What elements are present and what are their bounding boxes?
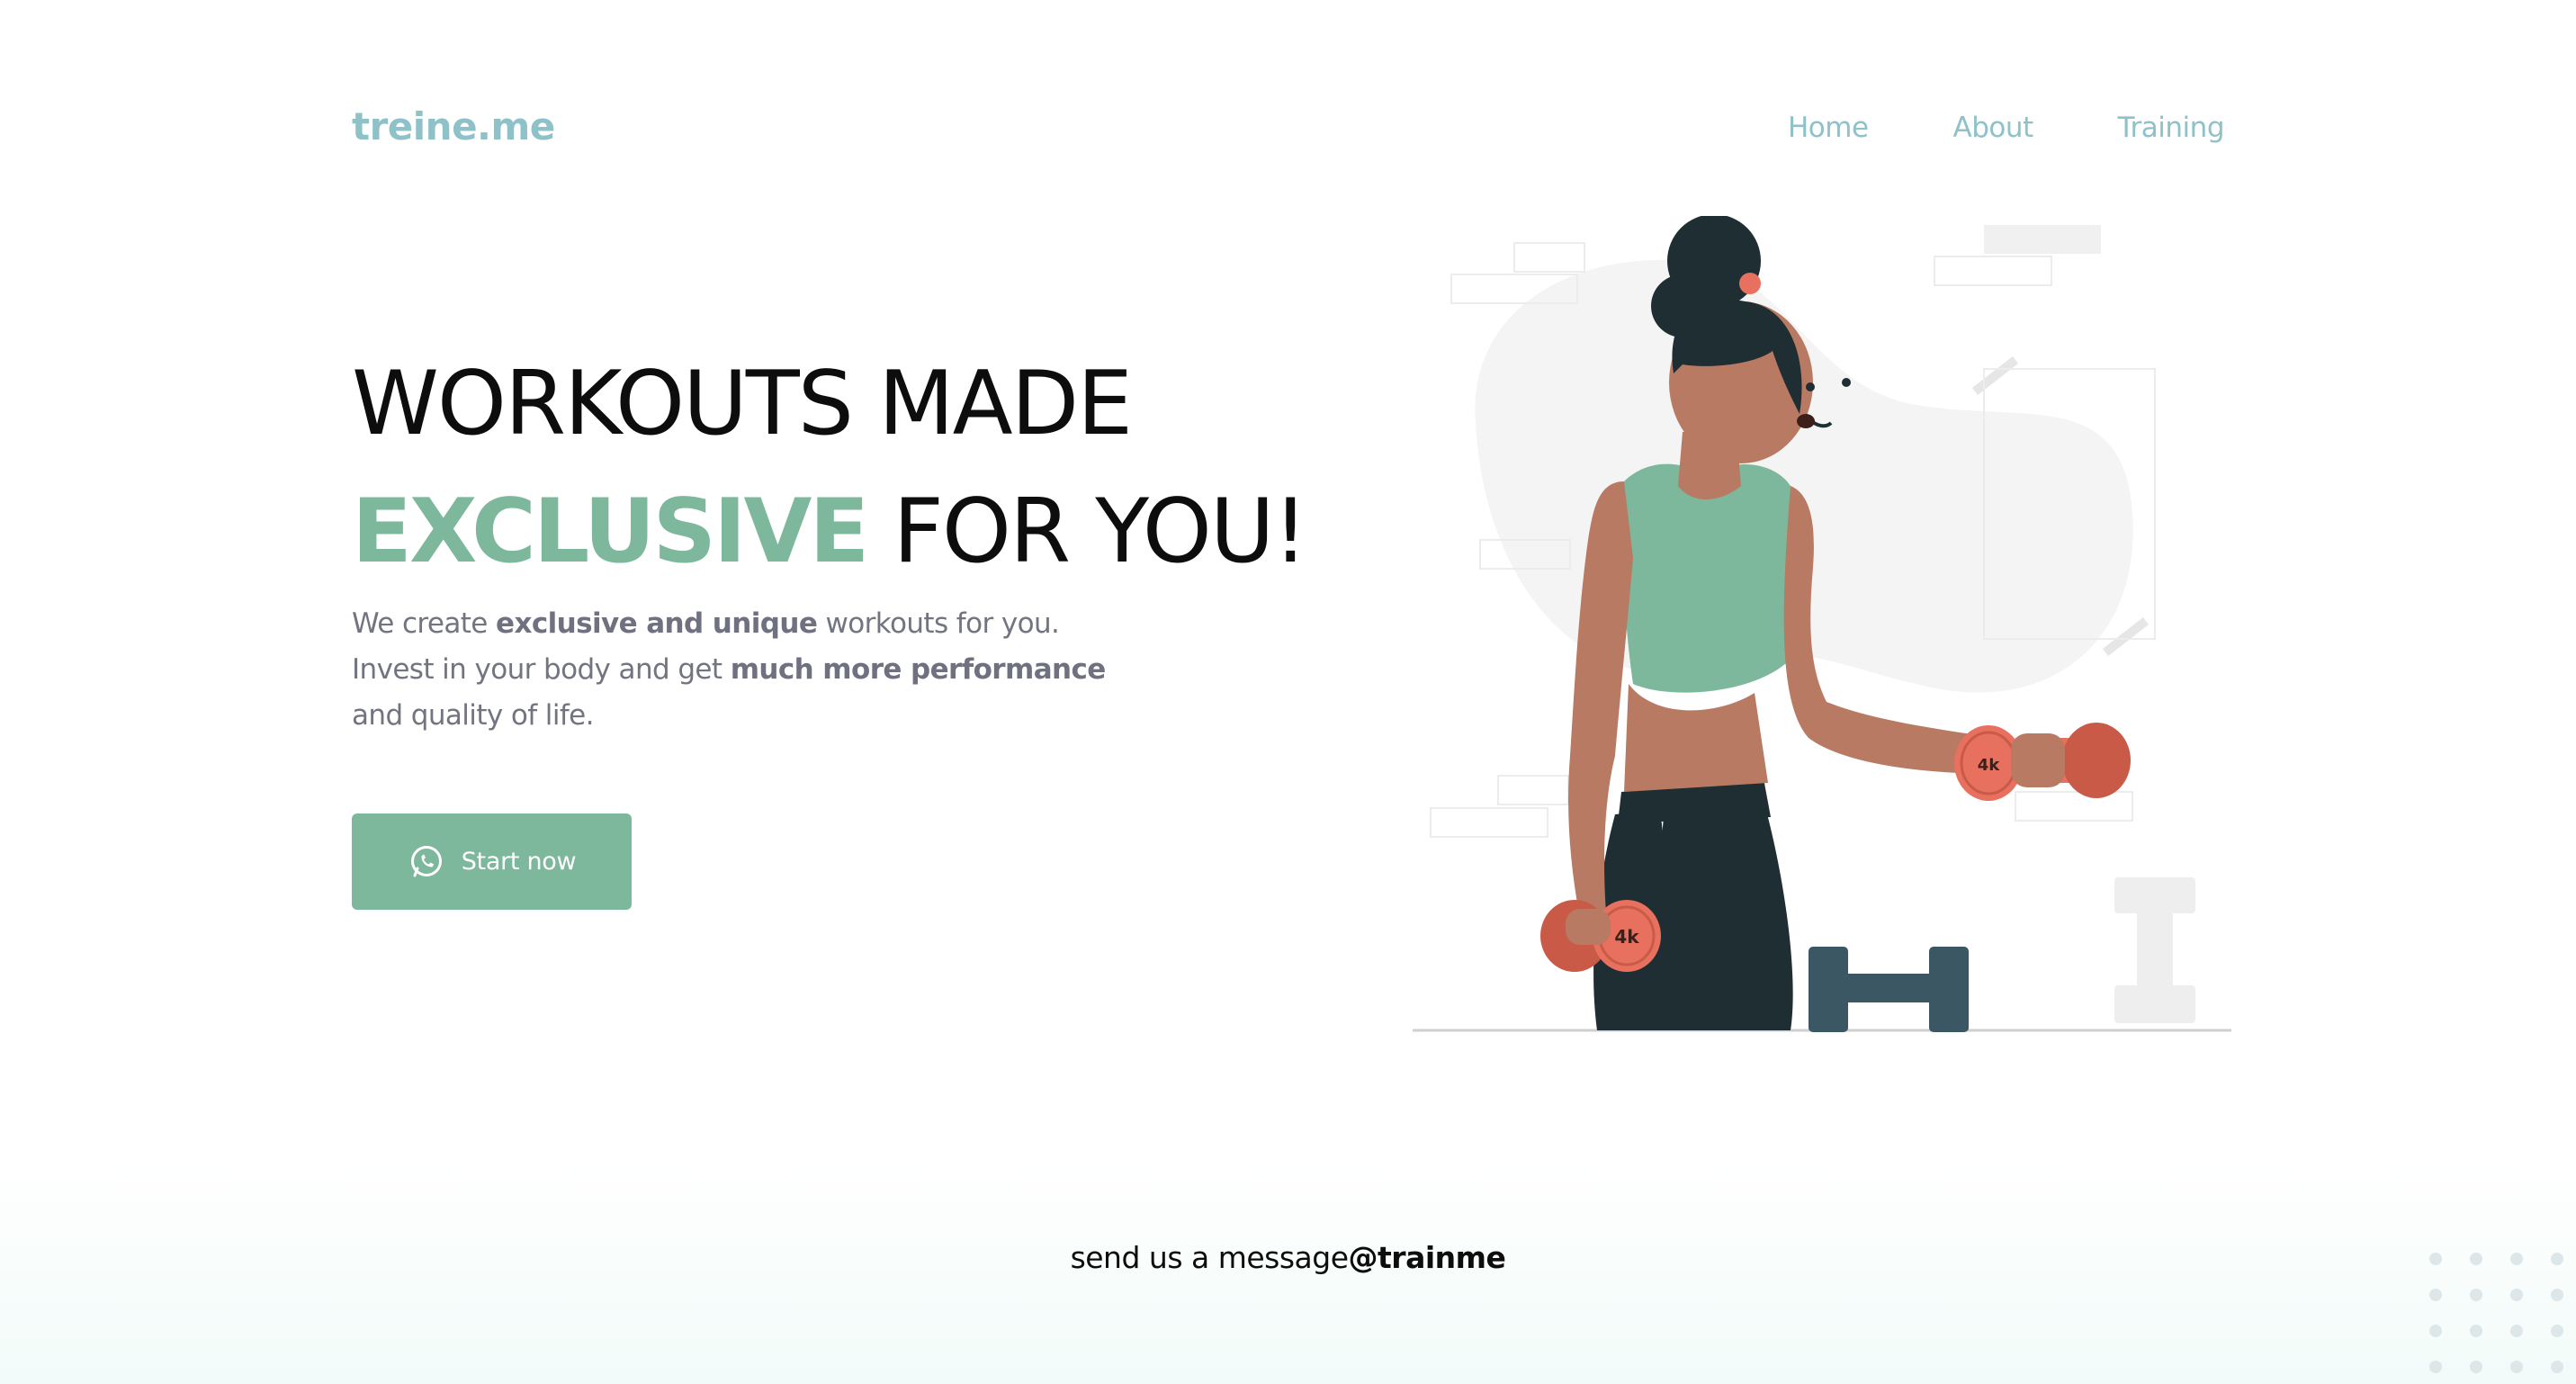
background-decor bbox=[1413, 225, 2231, 1032]
hero-description: We create exclusive and unique workouts … bbox=[352, 601, 1162, 739]
desc-text: We create bbox=[352, 607, 497, 640]
nav-about[interactable]: About bbox=[1953, 112, 2034, 144]
dumbbell-left-label: 4k bbox=[1614, 926, 1639, 948]
start-now-label: Start now bbox=[461, 848, 577, 876]
desc-text: Invest in your body and get bbox=[352, 653, 731, 686]
dumbbell-right: 4k bbox=[1954, 723, 2131, 801]
start-now-button[interactable]: Start now bbox=[352, 813, 632, 910]
page: treine.me Home About Training WORKOUTS M… bbox=[0, 0, 2576, 1384]
headline-line1: WORKOUTS MADE bbox=[352, 353, 1133, 455]
footer-handle[interactable]: @trainme bbox=[1349, 1240, 1506, 1275]
workout-illustration: 4k 4k bbox=[1413, 216, 2231, 1032]
hero-headline: WORKOUTS MADE EXCLUSIVE FOR YOU! bbox=[352, 340, 1308, 596]
footer-message: send us a message@trainme bbox=[0, 1240, 2576, 1275]
nav-home[interactable]: Home bbox=[1788, 112, 1869, 144]
whatsapp-icon bbox=[410, 845, 442, 876]
dot-grid-decor bbox=[2429, 1253, 2563, 1373]
desc-text: and quality of life. bbox=[352, 699, 594, 732]
main-nav: Home About Training bbox=[1788, 112, 2225, 144]
desc-bold: much more performance bbox=[730, 653, 1107, 686]
headline-accent: EXCLUSIVE bbox=[352, 481, 869, 583]
nav-training[interactable]: Training bbox=[2118, 112, 2225, 144]
headline-rest: FOR YOU! bbox=[893, 481, 1307, 583]
dumbbell-right-label: 4k bbox=[1978, 756, 2001, 775]
desc-text: workouts for you. bbox=[817, 607, 1060, 640]
logo[interactable]: treine.me bbox=[352, 104, 555, 148]
dumbbell-floor bbox=[1809, 947, 1969, 1032]
footer-text: send us a message bbox=[1070, 1240, 1349, 1275]
desc-bold: exclusive and unique bbox=[496, 607, 818, 640]
